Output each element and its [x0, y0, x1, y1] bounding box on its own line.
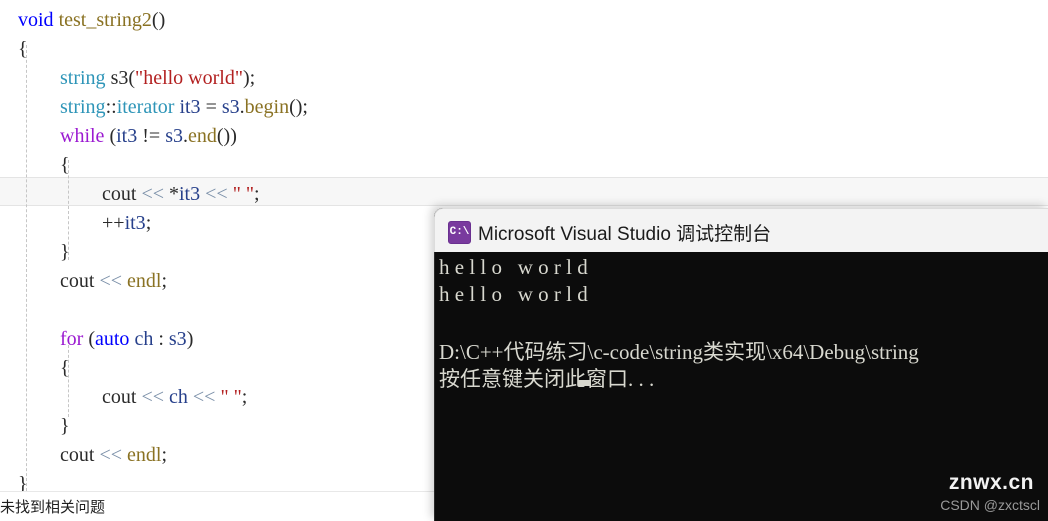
code-line[interactable]: while (it3 != s3.end()): [0, 122, 1048, 151]
code-line-text: string s3("hello world");: [0, 64, 255, 93]
code-line[interactable]: void test_string2(): [0, 6, 1048, 35]
code-token: );: [243, 67, 256, 89]
code-token: <<: [141, 183, 164, 205]
code-token: s3: [165, 125, 183, 147]
code-token: string: [60, 96, 106, 118]
code-line[interactable]: {: [0, 151, 1048, 180]
code-line[interactable]: cout << *it3 << " ";: [0, 180, 1048, 209]
code-token: cout: [60, 444, 95, 466]
code-token: *: [169, 183, 179, 205]
code-token: }: [18, 473, 28, 491]
code-line-text: ++it3;: [0, 209, 151, 238]
code-token: begin: [244, 96, 290, 118]
code-token: " ": [232, 183, 255, 205]
code-line-text: while (it3 != s3.end()): [0, 122, 237, 151]
code-token: ;: [254, 183, 260, 205]
code-token: for: [60, 328, 84, 350]
code-token: {: [60, 357, 70, 379]
code-token: {: [18, 38, 28, 60]
console-window-title: Microsoft Visual Studio 调试控制台: [478, 224, 772, 245]
code-line-text: cout << *it3 << " ";: [0, 180, 260, 209]
code-token: ;: [161, 270, 167, 292]
code-token: " ": [220, 386, 242, 408]
code-token: it3: [116, 125, 138, 147]
code-line-text: cout << endl;: [0, 267, 167, 296]
code-token: s3: [168, 328, 187, 350]
cmd-prompt-icon-glyph: C:\: [449, 226, 470, 238]
code-token: (): [151, 9, 166, 31]
code-line-text: string::iterator it3 = s3.begin();: [0, 93, 308, 122]
debug-console-window[interactable]: C:\ Microsoft Visual Studio 调试控制台 h e l …: [434, 208, 1048, 521]
code-token: ch: [169, 386, 188, 408]
code-line-text: }: [0, 412, 70, 441]
code-token: it3: [179, 96, 201, 118]
code-token: auto: [95, 328, 130, 350]
code-token: <<: [99, 444, 122, 466]
code-line-text: cout << endl;: [0, 441, 167, 470]
watermark-secondary: CSDN @zxctscl: [940, 497, 1040, 513]
console-title-bar[interactable]: C:\ Microsoft Visual Studio 调试控制台: [434, 208, 1048, 252]
code-token: ): [186, 328, 194, 350]
code-token: ;: [161, 444, 167, 466]
code-token: }: [60, 415, 70, 437]
console-line: h e l l o w o r l d: [439, 255, 593, 279]
cmd-prompt-icon: C:\: [448, 221, 471, 244]
code-line-text: }: [0, 238, 70, 267]
code-token: ()): [216, 125, 237, 147]
screenshot-root: void test_string2(){string s3("hello wor…: [0, 0, 1048, 521]
code-token: <<: [192, 386, 216, 408]
code-token: s3: [221, 96, 240, 118]
console-output-area[interactable]: h e l l o w o r l d h e l l o w o r l d …: [434, 252, 1048, 521]
code-line-text: void test_string2(): [0, 6, 165, 35]
code-line[interactable]: string s3("hello world");: [0, 64, 1048, 93]
code-token: string: [60, 67, 106, 89]
code-token: cout: [102, 183, 137, 205]
code-token: it3: [124, 212, 146, 234]
code-token: :: [153, 328, 169, 350]
code-line-text: {: [0, 35, 28, 64]
code-token: ;: [241, 386, 248, 408]
code-token: !=: [137, 125, 166, 147]
code-token: "hello world": [135, 67, 244, 89]
code-line-text: for (auto ch : s3): [0, 325, 193, 354]
code-token: endl: [127, 444, 162, 466]
code-line-text: cout << ch << " ";: [0, 383, 247, 412]
code-token: {: [60, 154, 70, 176]
code-token: =: [200, 96, 222, 118]
code-token: ;: [145, 212, 152, 234]
code-token: iterator: [116, 96, 175, 118]
code-token: cout: [102, 386, 137, 408]
code-line-text: }: [0, 470, 28, 491]
code-line-text: {: [0, 151, 70, 180]
code-token: endl: [127, 270, 162, 292]
code-line-text: {: [0, 354, 70, 383]
code-line[interactable]: {: [0, 35, 1048, 64]
code-token: <<: [205, 183, 228, 205]
code-token: (: [83, 328, 95, 350]
code-token: while: [60, 125, 105, 147]
code-token: test_string2: [58, 9, 152, 31]
code-token: s3: [105, 67, 129, 89]
console-line: D:\C++代码练习\c-code\string类实现\x64\Debug\st…: [439, 340, 919, 364]
watermark-primary: znwx.cn: [948, 471, 1034, 494]
code-token: end: [187, 125, 217, 147]
code-token: cout: [60, 270, 95, 292]
code-token: ::: [105, 96, 117, 118]
code-token: ();: [289, 96, 308, 118]
code-token: }: [60, 241, 70, 263]
console-line: h e l l o w o r l d: [439, 282, 593, 306]
code-token: <<: [99, 270, 122, 292]
console-line: 按任意键关闭此窗口. . .: [439, 367, 655, 391]
code-token: void: [18, 9, 54, 31]
status-bar-message: 未找到相关问题: [0, 499, 106, 516]
code-token: ++: [102, 212, 125, 234]
code-token: ch: [134, 328, 154, 350]
code-token: it3: [179, 183, 201, 205]
code-token: <<: [141, 386, 164, 408]
code-token: (: [104, 125, 117, 147]
code-line[interactable]: string::iterator it3 = s3.begin();: [0, 93, 1048, 122]
console-cursor: [578, 380, 590, 386]
